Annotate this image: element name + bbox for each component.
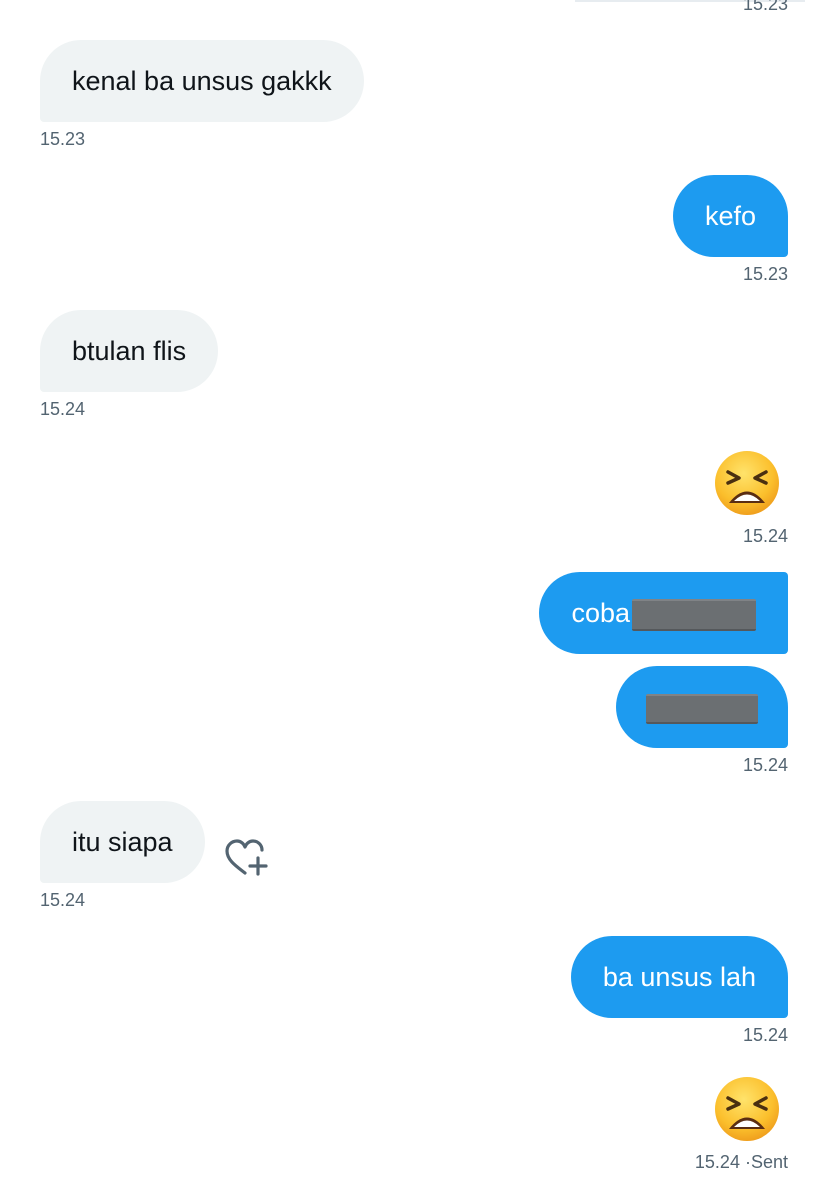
message-timestamp: 15.24 (742, 755, 788, 775)
message-text: ba unsus lah (602, 962, 756, 992)
message-status-line: 15.24 ·Sent (695, 1152, 788, 1172)
sent-message-bubble[interactable]: ba unsus lah (570, 936, 788, 1018)
received-message-bubble[interactable]: itu siapa (40, 801, 205, 883)
message-timestamp: 15.24 (40, 890, 86, 910)
tired-face-emoji-icon[interactable] (714, 450, 780, 516)
received-message-bubble[interactable]: kenal ba unsus gakkk (40, 40, 364, 122)
redaction-block (632, 598, 756, 631)
message-status: Sent (750, 1152, 788, 1172)
sent-message-bubble[interactable] (616, 666, 788, 748)
message-text: kefo (704, 201, 756, 231)
message-text: coba (571, 598, 630, 628)
message-timestamp: 15.23 (742, 264, 788, 284)
message-timestamp: 15.24 (742, 526, 788, 546)
message-timestamp: 15.23 (742, 0, 788, 14)
heart-plus-icon[interactable] (224, 838, 268, 878)
redaction-block (646, 693, 758, 724)
message-timestamp: 15.24 (742, 1025, 788, 1045)
sent-message-bubble[interactable]: kefo (672, 175, 788, 257)
message-text: itu siapa (72, 827, 173, 857)
sent-message-bubble[interactable]: coba (539, 572, 788, 654)
tired-face-emoji-icon[interactable] (714, 1076, 780, 1142)
message-timestamp: 15.23 (40, 129, 86, 149)
message-timestamp: 15.24 (40, 399, 86, 419)
received-message-bubble[interactable]: btulan flis (40, 310, 219, 392)
message-text: btulan flis (72, 336, 187, 366)
message-text: kenal ba unsus gakkk (72, 66, 332, 96)
message-timestamp: 15.24 (694, 1152, 740, 1172)
